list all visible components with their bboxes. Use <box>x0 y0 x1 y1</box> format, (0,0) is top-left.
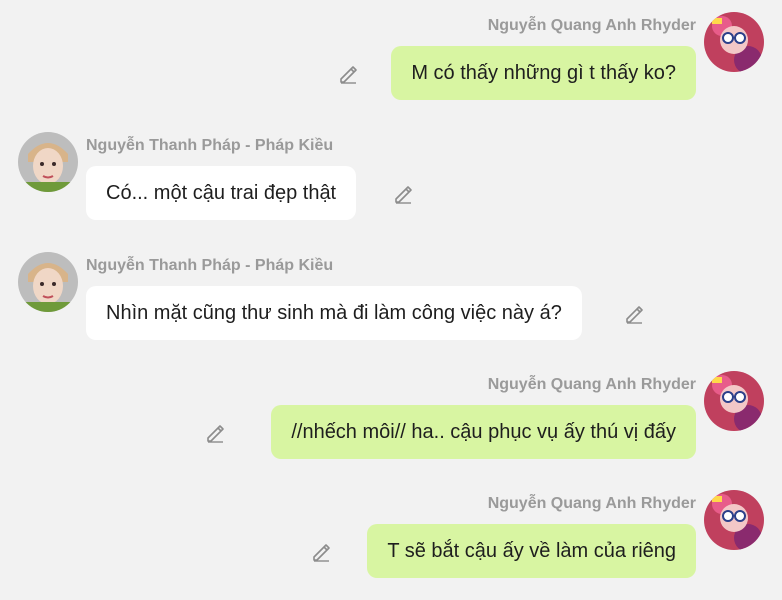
message-row: Nguyễn Thanh Pháp - Pháp Kiều Có... một … <box>0 132 782 236</box>
message-row: Nguyễn Quang Anh Rhyder M có thấy những … <box>0 12 782 116</box>
chat-thread: Nguyễn Quang Anh Rhyder M có thấy những … <box>0 0 782 600</box>
avatar[interactable] <box>704 12 764 72</box>
avatar[interactable] <box>18 132 78 192</box>
message-bubble: M có thấy những gì t thấy ko? <box>391 46 696 100</box>
edit-pencil-icon[interactable] <box>624 304 644 324</box>
message-row: Nguyễn Quang Anh Rhyder //nhếch môi// ha… <box>0 371 782 475</box>
sender-name: Nguyễn Quang Anh Rhyder <box>487 376 696 393</box>
edit-pencil-icon[interactable] <box>338 64 358 84</box>
message-bubble: Có... một cậu trai đẹp thật <box>86 166 357 220</box>
edit-pencil-icon[interactable] <box>205 423 225 443</box>
message-row: Nguyễn Quang Anh Rhyder T sẽ bắt cậu ấy … <box>0 490 782 594</box>
avatar[interactable] <box>18 252 78 312</box>
avatar[interactable] <box>704 371 764 431</box>
avatar[interactable] <box>704 490 764 550</box>
message-row: Nguyễn Thanh Pháp - Pháp Kiều Nhìn mặt c… <box>0 252 782 356</box>
sender-name: Nguyễn Quang Anh Rhyder <box>487 17 696 34</box>
sender-name: Nguyễn Thanh Pháp - Pháp Kiều <box>86 137 334 154</box>
message-bubble: T sẽ bắt cậu ấy về làm của riêng <box>367 524 696 578</box>
message-bubble: //nhếch môi// ha.. cậu phục vụ ấy thú vị… <box>271 405 696 459</box>
edit-pencil-icon[interactable] <box>393 184 413 204</box>
sender-name: Nguyễn Quang Anh Rhyder <box>487 495 696 512</box>
edit-pencil-icon[interactable] <box>311 542 331 562</box>
sender-name: Nguyễn Thanh Pháp - Pháp Kiều <box>86 257 334 274</box>
message-bubble: Nhìn mặt cũng thư sinh mà đi làm công vi… <box>86 286 582 340</box>
